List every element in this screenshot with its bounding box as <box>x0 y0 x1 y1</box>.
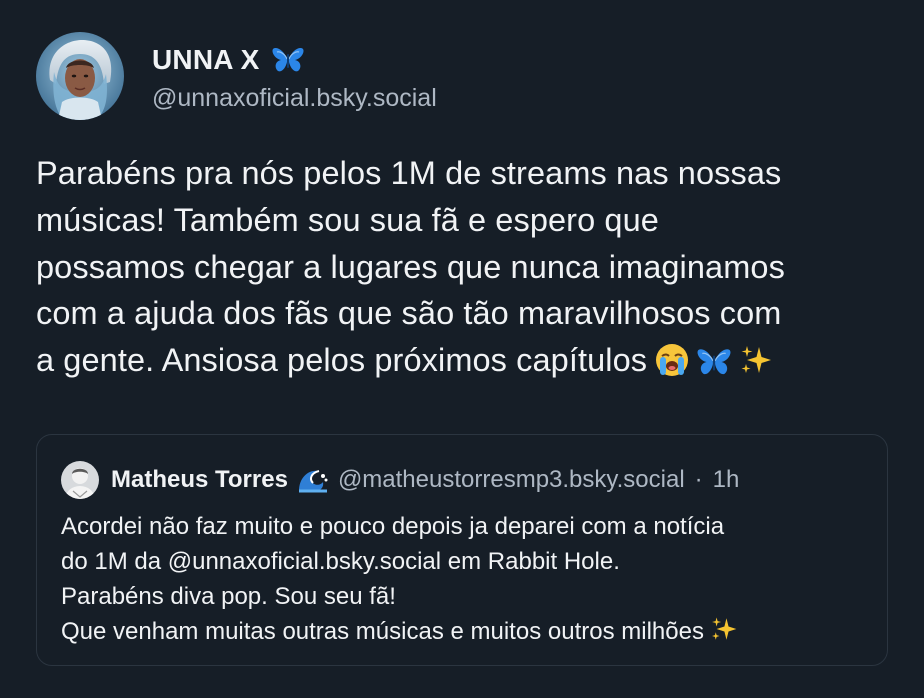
post-text-line: a gente. Ansiosa pelos próximos capítulo… <box>36 342 648 379</box>
post-text-line: músicas! Também sou sua fã e espero que <box>36 201 659 238</box>
post: UNNA X @unnaxoficial.bsky.social Parabén… <box>0 0 924 698</box>
post-text: Parabéns pra nós pelos 1M de streams nas… <box>36 150 896 390</box>
quoted-text-line: Acordei não faz muito e pouco depois ja … <box>61 513 725 540</box>
author-display-name[interactable]: UNNA X <box>152 44 260 76</box>
author-avatar[interactable] <box>36 32 124 120</box>
separator-dot: · <box>694 466 703 493</box>
post-text-line: possamos chegar a lugares que nunca imag… <box>36 248 785 285</box>
post-author: UNNA X @unnaxoficial.bsky.social <box>36 32 437 120</box>
post-text-line: com a ajuda dos fãs que são tão maravilh… <box>36 295 782 332</box>
author-handle[interactable]: @unnaxoficial.bsky.social <box>152 84 437 113</box>
post-text-line: Parabéns pra nós pelos 1M de streams nas… <box>36 155 782 191</box>
wave-icon <box>297 467 329 493</box>
quoted-text-line: Que venham muitas outras músicas e muito… <box>61 618 704 645</box>
quoted-author-name[interactable]: Matheus Torres <box>111 466 288 494</box>
quoted-post-header: Matheus Torres @matheustorresmp3.bsky.so… <box>61 461 739 499</box>
butterfly-icon <box>697 343 731 390</box>
quoted-author-avatar[interactable] <box>61 461 99 499</box>
display-name-line: UNNA X <box>152 40 437 80</box>
loudly-crying-face-icon <box>655 343 689 390</box>
quoted-author-handle[interactable]: @matheustorresmp3.bsky.social <box>338 466 685 494</box>
quoted-post-card[interactable]: Matheus Torres @matheustorresmp3.bsky.so… <box>36 434 888 666</box>
quoted-text-line: do 1M da @unnaxoficial.bsky.social em Ra… <box>61 548 620 575</box>
post-text-last-line: a gente. Ansiosa pelos próximos capítulo… <box>36 337 896 390</box>
quoted-text-last-line: Que venham muitas outras músicas e muito… <box>61 614 871 653</box>
quoted-text-line: Parabéns diva pop. Sou seu fã! <box>61 583 396 610</box>
butterfly-icon <box>271 46 304 74</box>
quoted-post-text: Acordei não faz muito e pouco depois ja … <box>61 509 871 653</box>
author-text: UNNA X @unnaxoficial.bsky.social <box>152 40 437 113</box>
sparkles-icon <box>710 615 738 653</box>
quoted-post-timestamp[interactable]: 1h <box>713 466 740 494</box>
sparkles-icon <box>739 343 773 390</box>
